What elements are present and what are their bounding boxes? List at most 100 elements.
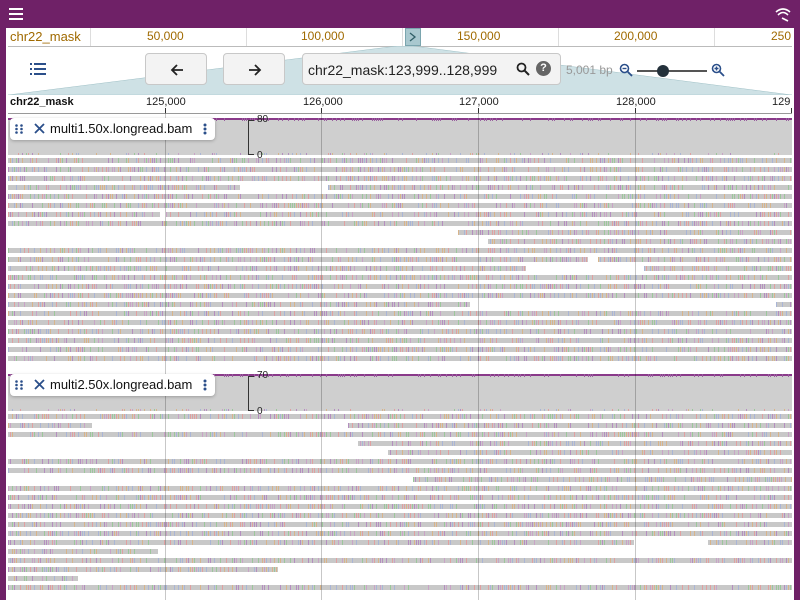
read-mismatch — [388, 302, 389, 307]
read-mismatch — [308, 293, 309, 298]
track-selector-list-icon[interactable] — [30, 62, 46, 76]
read-mismatch — [716, 185, 717, 190]
read-mismatch — [614, 185, 615, 190]
read-mismatch — [532, 441, 533, 446]
read-mismatch — [44, 293, 45, 298]
pan-right-button[interactable] — [223, 53, 285, 85]
coverage-mismatch — [678, 118, 679, 121]
read-mismatch — [502, 441, 503, 446]
search-icon[interactable] — [516, 62, 530, 76]
overview-scale-bar[interactable]: chr22_mask 50,000 100,000 150,000 200,00… — [8, 28, 792, 47]
read-mismatch — [352, 212, 353, 217]
read-mismatch — [318, 275, 319, 280]
read-mismatch — [372, 248, 373, 253]
read-mismatch — [474, 167, 475, 172]
coverage-mismatch — [670, 374, 671, 377]
read-mismatch — [152, 311, 153, 316]
read-mismatch — [618, 167, 619, 172]
read-mismatch — [332, 338, 333, 343]
read-mismatch — [504, 450, 505, 455]
read-mismatch — [676, 320, 677, 325]
read-mismatch — [680, 167, 681, 172]
coverage-mismatch — [776, 118, 777, 121]
read-pileup[interactable] — [8, 414, 792, 600]
read-mismatch — [78, 203, 79, 208]
read-mismatch — [664, 275, 665, 280]
read-mismatch — [292, 194, 293, 199]
read-mismatch — [570, 257, 571, 262]
zoom-out-icon[interactable] — [619, 63, 633, 77]
read-mismatch — [10, 266, 11, 271]
track-menu-icon[interactable] — [203, 123, 207, 135]
read-mismatch — [236, 221, 237, 226]
read-mismatch — [532, 185, 533, 190]
read-mismatch — [722, 414, 723, 419]
read-mismatch — [516, 158, 517, 163]
read-mismatch — [472, 221, 473, 226]
read-mismatch — [92, 275, 93, 280]
hamburger-menu-icon[interactable] — [9, 8, 23, 20]
read-mismatch — [154, 275, 155, 280]
read-mismatch — [300, 248, 301, 253]
close-icon[interactable] — [34, 379, 45, 390]
read-mismatch — [538, 338, 539, 343]
read-mismatch — [32, 311, 33, 316]
read-mismatch — [386, 185, 387, 190]
read-mismatch — [108, 194, 109, 199]
drag-handle-icon[interactable] — [15, 380, 23, 390]
read-mismatch — [216, 275, 217, 280]
read-mismatch — [378, 248, 379, 253]
close-icon[interactable] — [34, 123, 45, 134]
read-mismatch — [184, 185, 185, 190]
pan-left-button[interactable] — [145, 53, 207, 85]
read-mismatch — [278, 347, 279, 352]
read-mismatch — [272, 347, 273, 352]
location-search-box[interactable]: ? — [302, 53, 561, 85]
alignment-track-2[interactable]: multi2.50x.longread.bam 70 0 — [8, 370, 792, 600]
read-mismatch — [380, 414, 381, 419]
coordinate-ruler[interactable]: chr22_mask 125,000 126,000 127,000 128,0… — [8, 95, 792, 114]
zoom-slider-track[interactable] — [637, 70, 707, 72]
read-mismatch — [226, 338, 227, 343]
read-mismatch — [370, 176, 371, 181]
read-pileup[interactable] — [8, 158, 792, 370]
read-mismatch — [518, 257, 519, 262]
read-mismatch — [764, 293, 765, 298]
read-mismatch — [214, 203, 215, 208]
read-mismatch — [668, 158, 669, 163]
read-mismatch — [220, 221, 221, 226]
read-mismatch — [644, 185, 645, 190]
read-mismatch — [728, 356, 729, 361]
help-icon[interactable]: ? — [536, 61, 551, 76]
read-mismatch — [436, 266, 437, 271]
read-mismatch — [294, 311, 295, 316]
read-mismatch — [622, 158, 623, 163]
read-mismatch — [736, 167, 737, 172]
overview-view-highlight[interactable] — [405, 28, 421, 46]
read-mismatch — [98, 248, 99, 253]
alignment-track-1[interactable]: multi1.50x.longread.bam 80 0 — [8, 114, 792, 370]
read-mismatch — [712, 167, 713, 172]
location-input[interactable] — [308, 60, 503, 80]
drag-handle-icon[interactable] — [15, 124, 23, 134]
read-mismatch — [180, 203, 181, 208]
read-mismatch — [262, 248, 263, 253]
read-mismatch — [504, 432, 505, 437]
track-menu-icon[interactable] — [203, 379, 207, 391]
read-mismatch — [256, 266, 257, 271]
read-mismatch — [620, 176, 621, 181]
read-mismatch — [242, 414, 243, 419]
read-mismatch — [344, 266, 345, 271]
coverage-mismatch — [740, 374, 741, 377]
coverage-mismatch — [686, 118, 687, 121]
read-mismatch — [148, 158, 149, 163]
read-mismatch — [630, 185, 631, 190]
read-mismatch — [524, 414, 525, 419]
read-mismatch — [126, 203, 127, 208]
read-mismatch — [586, 450, 587, 455]
read-mismatch — [186, 284, 187, 289]
zoom-slider-thumb[interactable] — [656, 65, 669, 77]
read-mismatch — [12, 338, 13, 343]
zoom-in-icon[interactable] — [711, 63, 725, 77]
read-mismatch — [746, 320, 747, 325]
